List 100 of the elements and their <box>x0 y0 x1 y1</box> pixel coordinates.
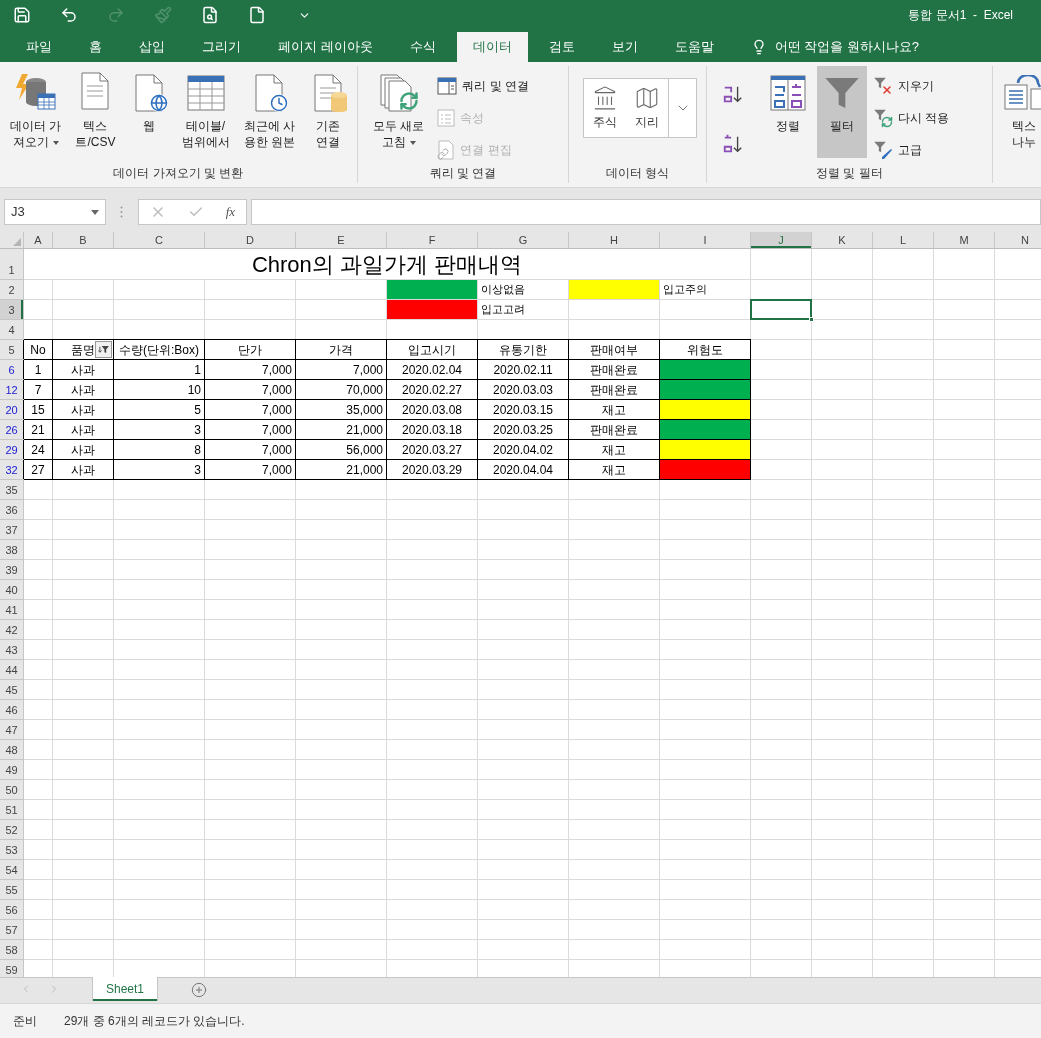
ribbon-tab[interactable]: 도움말 <box>658 32 730 62</box>
row-heading[interactable]: 42 <box>0 620 23 639</box>
row-heading[interactable]: 3 <box>0 300 23 319</box>
add-sheet-button[interactable] <box>191 982 207 998</box>
column-heading[interactable]: C <box>114 232 205 248</box>
row-heading[interactable]: 45 <box>0 680 23 699</box>
selected-cell[interactable] <box>751 300 811 319</box>
row-heading[interactable]: 39 <box>0 560 23 579</box>
row-heading[interactable]: 37 <box>0 520 23 539</box>
table-cell-text: 2020.04.04 <box>492 461 554 479</box>
ribbon-tab[interactable]: 페이지 레이아웃 <box>262 32 389 62</box>
ribbon-tab[interactable]: 홈 <box>73 32 118 62</box>
ribbon-button[interactable]: 정렬 <box>765 66 811 158</box>
row-heading[interactable]: 44 <box>0 660 23 679</box>
reapply-filter-icon <box>873 108 893 128</box>
column-heading[interactable]: G <box>478 232 569 248</box>
ribbon-tab[interactable]: 검토 <box>532 32 591 62</box>
gallery-option[interactable]: 주식 <box>584 79 626 137</box>
row-heading[interactable]: 59 <box>0 960 23 977</box>
ribbon-button[interactable]: 모두 새로 고침 <box>368 66 430 158</box>
row-heading[interactable]: 1 <box>0 249 23 279</box>
table-cell-text: 2020.03.15 <box>492 401 554 419</box>
ribbon-button[interactable]: 기존 연결 <box>303 66 352 158</box>
ribbon-small-button[interactable]: 다시 적용 <box>873 106 950 130</box>
column-heading[interactable]: J <box>751 232 812 248</box>
ribbon-tab[interactable]: 보기 <box>595 32 654 62</box>
row-heading[interactable]: 54 <box>0 860 23 879</box>
row-heading[interactable]: 36 <box>0 500 23 519</box>
row-heading[interactable]: 4 <box>0 320 23 339</box>
row-heading[interactable]: 55 <box>0 880 23 899</box>
row-heading[interactable]: 38 <box>0 540 23 559</box>
ribbon-button[interactable]: 데이터 가 져오기 <box>5 66 67 158</box>
column-heading[interactable]: M <box>934 232 995 248</box>
tell-me-search[interactable]: 어떤 작업을 원하시나요? <box>774 37 920 57</box>
table-cell-text: 사과 <box>71 361 95 379</box>
row-heading[interactable]: 32 <box>0 460 23 479</box>
formula-input[interactable] <box>251 199 1041 225</box>
filter-button[interactable] <box>95 341 112 358</box>
table-cell-text: 사과 <box>71 381 95 399</box>
legend-label: 입고고려 <box>480 302 525 318</box>
column-heading[interactable]: B <box>53 232 114 248</box>
ribbon-group-label: 정렬 및 필터 <box>816 164 883 182</box>
ribbon-button[interactable]: 테이블/ 범위에서 <box>176 66 235 158</box>
row-heading[interactable]: 20 <box>0 400 23 419</box>
ribbon-tab[interactable]: 삽입 <box>123 32 181 62</box>
row-heading[interactable]: 58 <box>0 940 23 959</box>
ribbon-small-button[interactable]: 지우기 <box>873 74 950 98</box>
ribbon-button[interactable]: 필터 <box>817 66 867 158</box>
ribbon-tab[interactable]: 파일 <box>10 32 68 62</box>
row-heading[interactable]: 41 <box>0 600 23 619</box>
table-cell-text: 7,000 <box>261 361 292 379</box>
column-heading[interactable]: D <box>205 232 296 248</box>
row-heading[interactable]: 43 <box>0 640 23 659</box>
row-heading[interactable]: 12 <box>0 380 23 399</box>
column-heading[interactable]: N <box>995 232 1041 248</box>
ribbon-tab[interactable]: 데이터 <box>456 32 528 62</box>
row-heading[interactable]: 52 <box>0 820 23 839</box>
row-heading[interactable]: 48 <box>0 740 23 759</box>
table-cell-text: 3 <box>194 461 201 479</box>
ribbon-button[interactable]: 텍스 트/CSV <box>70 66 121 158</box>
row-heading[interactable]: 35 <box>0 480 23 499</box>
table-cell-text: 2020.02.11 <box>493 361 553 379</box>
ribbon-small-button[interactable]: 쿼리 및 연결 <box>437 74 529 98</box>
row-heading[interactable]: 29 <box>0 440 23 459</box>
table-cell-text: 2020.02.04 <box>401 361 463 379</box>
column-heading[interactable]: H <box>569 232 660 248</box>
row-heading[interactable]: 46 <box>0 700 23 719</box>
column-heading[interactable]: A <box>24 232 53 248</box>
row-heading[interactable]: 50 <box>0 780 23 799</box>
row-heading[interactable]: 47 <box>0 720 23 739</box>
row-heading[interactable]: 53 <box>0 840 23 859</box>
row-heading[interactable]: 5 <box>0 340 23 359</box>
table-cell-text: 5 <box>194 401 201 419</box>
name-box[interactable]: J3 <box>4 199 106 225</box>
row-heading[interactable]: 49 <box>0 760 23 779</box>
advanced-filter-icon <box>873 140 893 160</box>
row-heading[interactable]: 51 <box>0 800 23 819</box>
row-heading[interactable]: 56 <box>0 900 23 919</box>
ribbon-tab[interactable]: 수식 <box>393 32 452 62</box>
table-cell-text: 2020.03.03 <box>492 381 554 399</box>
ribbon-button[interactable]: 웹 <box>124 66 173 158</box>
ribbon-button[interactable]: 최근에 사 용한 원본 <box>238 66 300 158</box>
table-cell-text: 2020.04.02 <box>492 441 554 459</box>
row-heading[interactable]: 40 <box>0 580 23 599</box>
row-heading[interactable]: 57 <box>0 920 23 939</box>
column-heading[interactable]: K <box>812 232 873 248</box>
ribbon-small-button[interactable]: 고급 <box>873 138 950 162</box>
sheet-tab[interactable]: Sheet1 <box>92 977 158 1001</box>
ribbon-button[interactable]: 텍스 나누 <box>999 66 1041 158</box>
row-heading[interactable]: 6 <box>0 360 23 379</box>
fill-handle[interactable] <box>809 317 814 322</box>
column-heading[interactable]: E <box>296 232 387 248</box>
column-heading[interactable]: F <box>387 232 478 248</box>
column-heading[interactable]: L <box>873 232 934 248</box>
legend-label: 이상없음 <box>480 282 525 298</box>
row-heading[interactable]: 26 <box>0 420 23 439</box>
row-heading[interactable]: 2 <box>0 280 23 299</box>
ribbon-tab[interactable]: 그리기 <box>186 32 257 62</box>
gallery-option[interactable]: 지리 <box>626 79 668 137</box>
insert-function-button[interactable]: fx <box>225 202 236 222</box>
